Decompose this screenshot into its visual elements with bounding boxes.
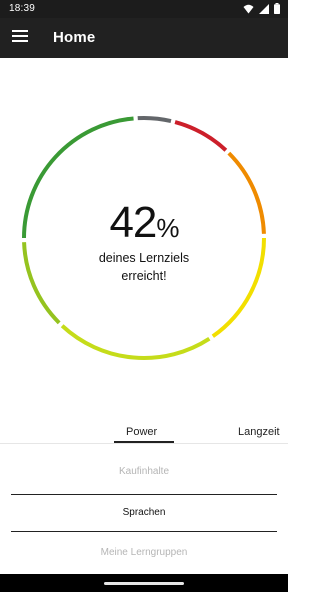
system-nav-bar — [0, 574, 288, 592]
progress-caption-line1: deines Lernziels — [98, 251, 190, 265]
progress-value: 42 — [109, 198, 157, 247]
status-bar: 18:39 — [0, 0, 288, 18]
signal-icon — [259, 3, 269, 14]
progress-percentage: 42% — [0, 198, 288, 248]
hamburger-menu-icon[interactable] — [12, 30, 28, 46]
progress-ring-segment — [60, 324, 211, 360]
list-divider — [11, 494, 277, 495]
progress-ring-panel: 42% deines Lernziels erreicht! — [0, 58, 288, 418]
progress-caption-line2: erreicht! — [121, 269, 167, 283]
page-title: Home — [53, 29, 96, 46]
list-divider — [11, 531, 277, 532]
progress-unit: % — [156, 213, 179, 243]
list-item-sprachen[interactable]: Sprachen — [11, 507, 277, 518]
tab-power[interactable]: Power — [126, 426, 157, 438]
tab-langzeit[interactable]: Langzeit — [238, 426, 280, 438]
progress-ring-segment — [137, 116, 172, 124]
home-gesture-handle[interactable] — [104, 582, 184, 585]
tab-bar: Power Langzeit — [0, 420, 288, 446]
active-tab-indicator — [114, 441, 174, 443]
progress-summary: 42% deines Lernziels erreicht! — [0, 198, 288, 284]
app-bar: Home — [0, 18, 288, 58]
battery-icon — [274, 3, 280, 14]
status-time: 18:39 — [9, 3, 36, 14]
category-list: Kaufinhalte Sprachen Meine Lerngruppen — [0, 446, 288, 574]
tab-bar-divider — [0, 443, 288, 444]
list-item-kaufinhalte[interactable]: Kaufinhalte — [11, 466, 277, 477]
list-item-meine-lerngruppen[interactable]: Meine Lerngruppen — [11, 547, 277, 558]
status-icons — [243, 3, 280, 14]
progress-ring-segment — [174, 120, 228, 152]
wifi-icon — [243, 4, 254, 13]
